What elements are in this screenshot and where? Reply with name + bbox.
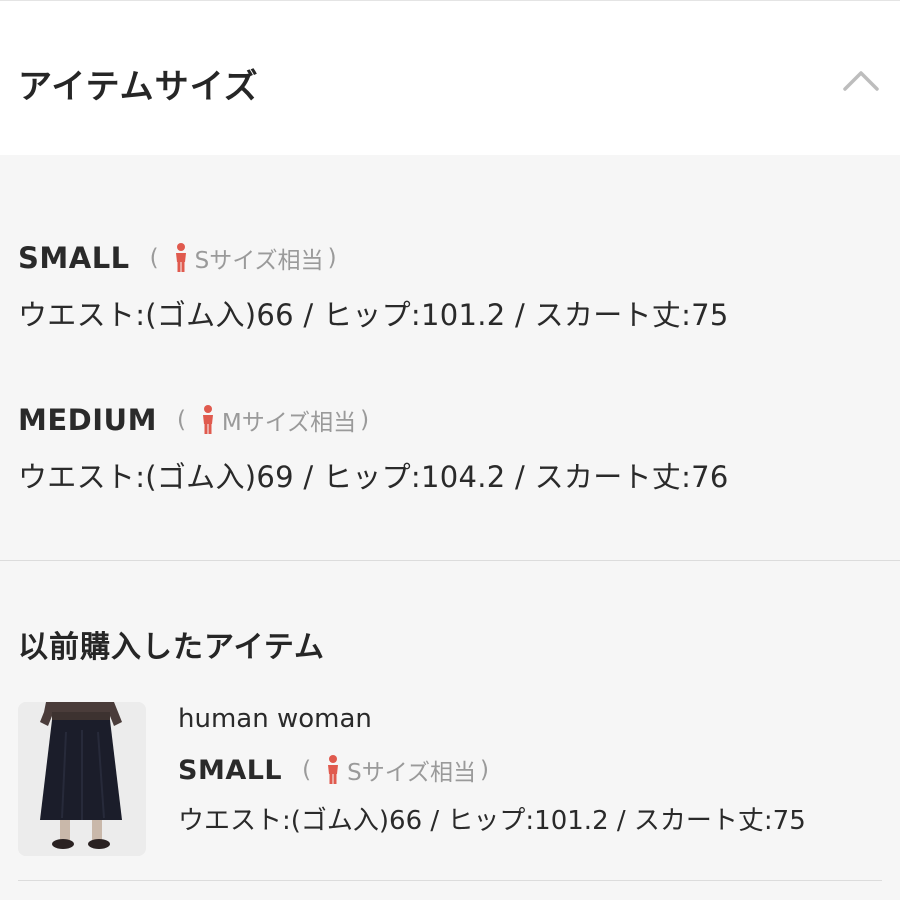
item-size-title: アイテムサイズ (18, 67, 259, 107)
previous-items-title: 以前購入したアイテム (18, 630, 325, 665)
paren-open: ( (149, 245, 159, 271)
size-measurements: ウエスト:(ゴム入)66 / ヒップ:101.2 / スカート丈:75 (18, 298, 729, 332)
paren-close: ) (480, 757, 490, 783)
size-name: SMALL (178, 754, 283, 786)
previous-item-info[interactable]: human woman SMALL ( Sサイズ相当 ) ウエスト:(ゴム入)6… (178, 704, 806, 837)
chevron-up-icon[interactable] (841, 65, 881, 95)
item-size-header[interactable]: アイテムサイズ (0, 0, 900, 155)
paren-close: ) (327, 245, 337, 271)
skirt-model-image (18, 702, 146, 856)
size-list: SMALL ( Sサイズ相当 ) ウエスト:(ゴム入)66 / ヒップ:101.… (0, 155, 900, 560)
person-icon (328, 755, 339, 784)
paren-open: ( (176, 407, 186, 433)
size-name: MEDIUM (18, 403, 157, 437)
size-measurements: ウエスト:(ゴム入)69 / ヒップ:104.2 / スカート丈:76 (18, 460, 729, 494)
brand-name: human woman (178, 704, 372, 734)
size-medium: MEDIUM ( Mサイズ相当 ) ウエスト:(ゴム入)69 / ヒップ:104… (18, 400, 729, 496)
item-divider (18, 880, 882, 881)
paren-close: ) (360, 407, 370, 433)
paren-open: ( (302, 757, 312, 783)
size-equivalent: ( Sサイズ相当 ) (146, 241, 341, 275)
size-measurements: ウエスト:(ゴム入)66 / ヒップ:101.2 / スカート丈:75 (178, 806, 806, 836)
size-small: SMALL ( Sサイズ相当 ) ウエスト:(ゴム入)66 / ヒップ:101.… (18, 238, 729, 334)
previous-item-thumbnail[interactable] (18, 702, 146, 856)
person-icon (202, 405, 213, 434)
section-divider (0, 560, 900, 561)
size-equivalent-label: Sサイズ相当 (194, 248, 324, 274)
size-equivalent-label: Mサイズ相当 (221, 410, 357, 436)
size-name: SMALL (18, 241, 130, 275)
size-equivalent: ( Mサイズ相当 ) (173, 403, 373, 437)
person-icon (175, 243, 186, 272)
size-equivalent-label: Sサイズ相当 (347, 760, 477, 786)
size-equivalent: ( Sサイズ相当 ) (298, 753, 493, 787)
